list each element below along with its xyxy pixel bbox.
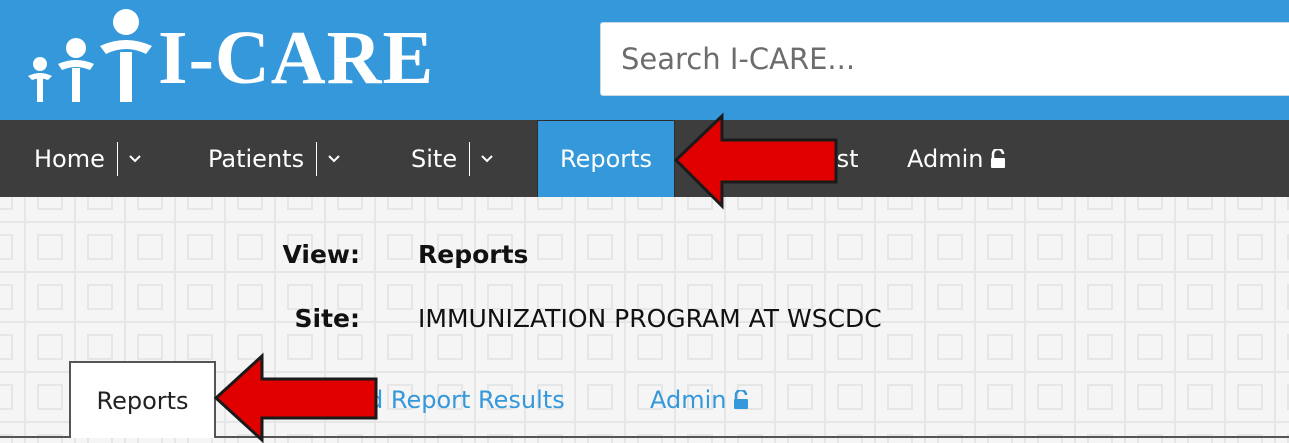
lock-open-icon — [990, 148, 1005, 168]
chevron-down-icon[interactable] — [128, 152, 142, 166]
app-logo[interactable]: I-CARE — [18, 8, 434, 108]
site-label: Site: — [294, 304, 360, 333]
nav-item-patients[interactable]: Patients — [208, 120, 341, 197]
main-nav: Home Patients Site Reports ist Admin — [0, 120, 1289, 197]
chevron-down-icon[interactable] — [480, 152, 494, 166]
tab-admin[interactable]: Admin — [650, 361, 749, 438]
tab-label: Reports — [96, 386, 189, 415]
nav-divider — [469, 141, 471, 176]
app-header: I-CARE — [0, 0, 1289, 120]
view-value: Reports — [418, 240, 529, 269]
tab-reports[interactable]: Reports — [69, 361, 216, 438]
nav-item-label: Admin — [907, 144, 984, 173]
site-value: IMMUNIZATION PROGRAM AT WSCDC — [418, 304, 882, 333]
nav-divider — [116, 141, 118, 176]
lock-open-icon — [733, 389, 748, 409]
nav-item-site[interactable]: Site — [411, 120, 494, 197]
chevron-down-icon[interactable] — [327, 152, 341, 166]
tab-report-results[interactable]: d Report Results — [368, 361, 565, 438]
nav-item-label: Patients — [208, 144, 305, 173]
red-arrow-annotation — [673, 112, 838, 210]
view-label: View: — [282, 240, 360, 269]
nav-item-label: Site — [411, 144, 458, 173]
people-logo-icon — [28, 9, 152, 102]
app-name: I-CARE — [158, 16, 435, 100]
nav-divider — [316, 141, 318, 176]
tab-label: Admin — [650, 385, 727, 414]
tab-label: d Report Results — [368, 385, 565, 414]
nav-item-label: Reports — [560, 145, 653, 173]
nav-item-label: Home — [34, 144, 105, 173]
site-row: Site: IMMUNIZATION PROGRAM AT WSCDC — [0, 304, 1289, 338]
red-arrow-annotation — [213, 352, 378, 443]
search-input[interactable] — [600, 22, 1289, 96]
view-row: View: Reports — [0, 240, 1289, 274]
nav-item-admin[interactable]: Admin — [907, 120, 1006, 197]
nav-item-reports[interactable]: Reports — [537, 120, 676, 197]
nav-item-home[interactable]: Home — [34, 120, 142, 197]
